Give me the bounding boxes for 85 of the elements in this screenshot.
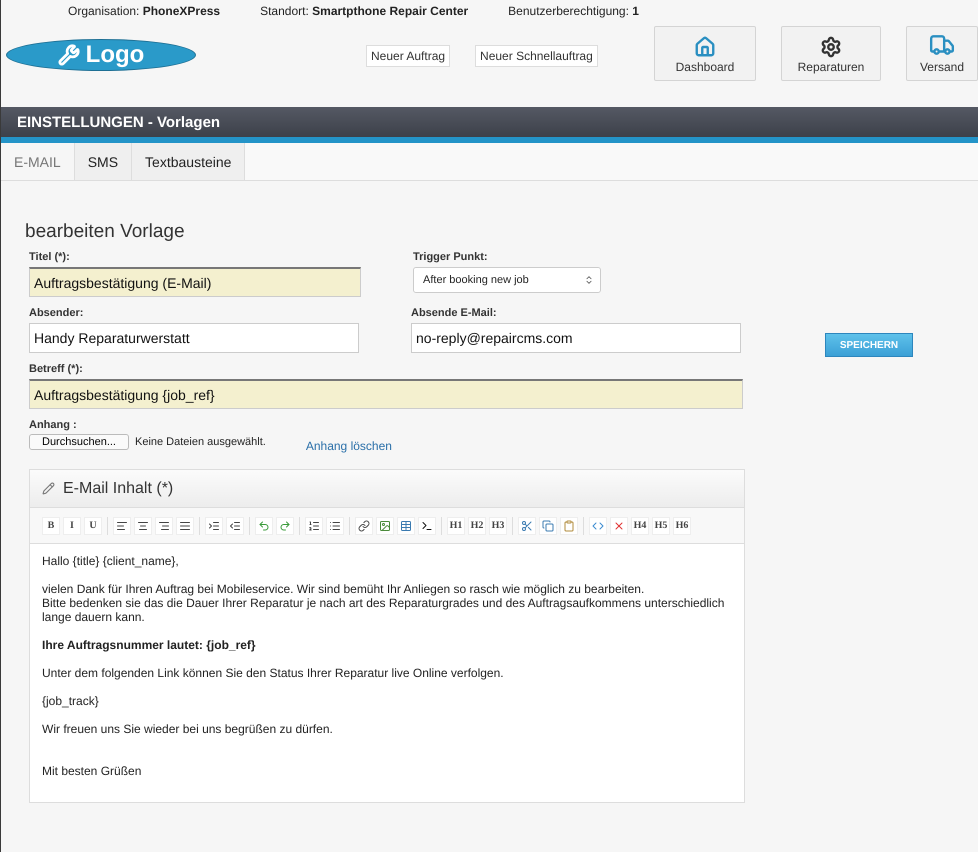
paste-button[interactable]: [560, 516, 578, 534]
email-paragraph: {job_track}: [42, 694, 100, 708]
align-center-icon: [137, 520, 149, 532]
numbered-list-button[interactable]: [305, 516, 323, 534]
redo-icon: [279, 520, 291, 532]
outdent-icon: [229, 520, 241, 532]
email-paragraph: Hallo {title} {client_name},: [42, 554, 180, 568]
email-paragraph: Unter dem folgenden Link können Sie den Status Ihrer Reparatur live Online verfolgen.: [42, 666, 505, 680]
table-icon: [400, 520, 412, 532]
format-button[interactable]: B: [42, 516, 60, 534]
field-label: Absende E-Mail:: [411, 307, 498, 319]
paste-icon: [563, 520, 575, 532]
heading-button[interactable]: H3: [489, 516, 507, 534]
indent-icon: [208, 520, 220, 532]
align-left-icon: [116, 520, 128, 532]
align-justify-button[interactable]: [176, 516, 194, 534]
new-order-button[interactable]: Neuer Schnellauftrag: [475, 45, 598, 67]
terminal-button[interactable]: [418, 516, 436, 534]
file-status: Keine Dateien ausgewählt.: [134, 436, 266, 448]
home-icon: [694, 36, 716, 58]
text-field[interactable]: Handy Reparaturwerstatt: [29, 323, 359, 353]
source-code-icon: [592, 520, 604, 532]
table-button[interactable]: [397, 516, 415, 534]
field-label: Titel (*):: [29, 251, 71, 263]
page-title: EINSTELLUNGEN - Vorlagen: [1, 107, 978, 143]
delete-attachment-link[interactable]: Anhang löschen: [306, 439, 392, 453]
tab[interactable]: SMS: [74, 143, 132, 180]
copy-button[interactable]: [539, 516, 557, 534]
email-paragraph: Mit besten Grüßen: [42, 764, 142, 778]
source-code-button[interactable]: [589, 516, 607, 534]
align-right-icon: [158, 520, 170, 532]
indent-button[interactable]: [205, 516, 223, 534]
browse-button[interactable]: Durchsuchen...: [29, 434, 129, 450]
email-paragraph: vielen Dank für Ihren Auftrag bei Mobileservice. Wir sind bemüht Ihr Anliegen so rasch wie möglich zu bearbeiten. Bitte bedenken sie das die Dauer Ihrer Reparatur je nach art des Reparaturgrades und des Auftragsaufkommens unterschiedlich lange dauern kann.: [42, 582, 726, 624]
copy-icon: [542, 520, 554, 532]
undo-button[interactable]: [255, 516, 273, 534]
tab[interactable]: Textbausteine: [132, 143, 246, 180]
heading-button[interactable]: H6: [673, 516, 691, 534]
pencil-icon: [42, 482, 55, 495]
text-field[interactable]: no-reply@repaircms.com: [411, 323, 741, 353]
image-icon: [379, 520, 391, 532]
form-heading: bearbeiten Vorlage: [25, 221, 186, 243]
link-button[interactable]: [355, 516, 373, 534]
nav-button[interactable]: Dashboard: [654, 26, 756, 81]
field-label: Trigger Punkt:: [413, 251, 489, 263]
heading-button[interactable]: H5: [652, 516, 670, 534]
text-field[interactable]: Auftragsbestätigung (E-Mail): [29, 267, 361, 297]
truck-icon: [929, 32, 955, 58]
editor-title: E-Mail Inhalt (*): [63, 480, 174, 498]
nav-button[interactable]: Reparaturen: [781, 26, 881, 81]
align-left-button[interactable]: [113, 516, 131, 534]
remove-format-button[interactable]: [610, 516, 628, 534]
info-text: Organisation: PhoneXPress: [68, 4, 220, 18]
gear-icon: [820, 36, 842, 58]
outdent-button[interactable]: [226, 516, 244, 534]
field-label: Absender:: [29, 307, 84, 319]
nav-button[interactable]: Versand: [906, 26, 978, 81]
bullet-list-button[interactable]: [326, 516, 344, 534]
remove-format-icon: [613, 520, 625, 532]
heading-button[interactable]: H2: [468, 516, 486, 534]
align-justify-icon: [179, 520, 191, 532]
image-button[interactable]: [376, 516, 394, 534]
new-order-button[interactable]: Neuer Auftrag: [366, 45, 450, 67]
cut-button[interactable]: [518, 516, 536, 534]
numbered-list-icon: [308, 520, 320, 532]
redo-button[interactable]: [276, 516, 294, 534]
align-right-button[interactable]: [155, 516, 173, 534]
format-button[interactable]: U: [84, 516, 102, 534]
field-label: Anhang :: [29, 419, 78, 431]
heading-button[interactable]: H1: [447, 516, 465, 534]
format-button[interactable]: I: [63, 516, 81, 534]
align-center-button[interactable]: [134, 516, 152, 534]
email-paragraph: Wir freuen uns Sie wieder bei uns begrüßen zu dürfen.: [42, 722, 334, 736]
email-paragraph: Ihre Auftragsnummer lautet: {job_ref}: [42, 638, 257, 652]
trigger-select[interactable]: After booking new job: [413, 267, 601, 293]
cut-icon: [521, 520, 533, 532]
info-text: Benutzerberechtigung: 1: [508, 4, 639, 18]
chevron-icon: [584, 275, 594, 285]
link-icon: [358, 520, 370, 532]
text-field[interactable]: Auftragsbestätigung {job_ref}: [29, 379, 743, 409]
field-label: Betreff (*):: [29, 363, 84, 375]
info-text: Standort: Smartpthone Repair Center: [260, 4, 468, 18]
terminal-icon: [421, 520, 433, 532]
undo-icon: [258, 520, 270, 532]
heading-button[interactable]: H4: [631, 516, 649, 534]
